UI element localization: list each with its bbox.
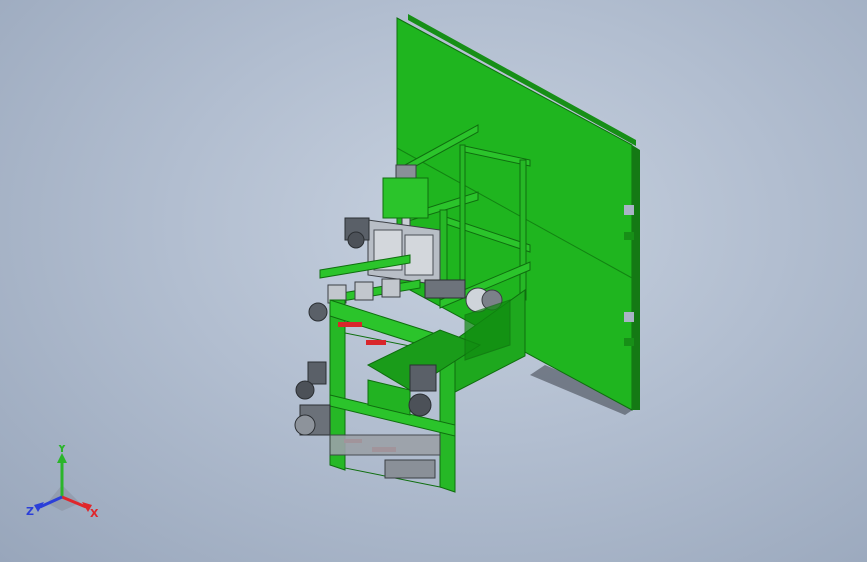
3d-viewport[interactable]: Y X Z <box>0 0 867 562</box>
y-axis-label: Y <box>57 445 67 455</box>
x-axis-label: X <box>90 507 99 520</box>
z-axis-label: Z <box>26 505 34 518</box>
cad-assembly-model[interactable] <box>0 0 867 562</box>
coordinate-triad: Y X Z <box>26 445 99 520</box>
